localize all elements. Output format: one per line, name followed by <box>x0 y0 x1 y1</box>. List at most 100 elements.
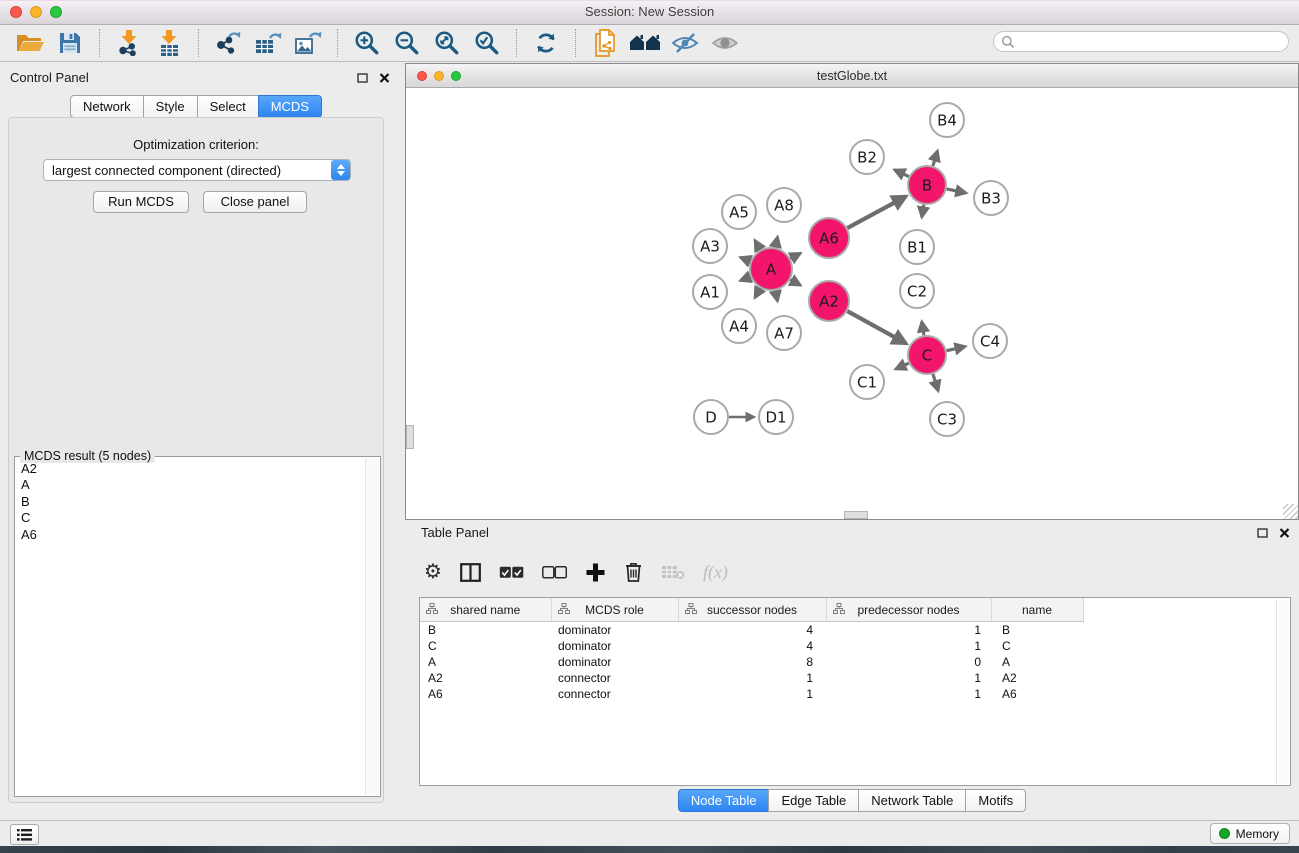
table-cell[interactable]: A6 <box>420 686 551 702</box>
graph-edge-B-B3[interactable] <box>947 189 966 193</box>
table-cell[interactable]: dominator <box>551 638 678 654</box>
panel-grip-left[interactable] <box>406 425 414 449</box>
column-header-name[interactable]: name <box>991 598 1083 622</box>
mcds-result-item[interactable]: A2 <box>18 461 363 477</box>
mcds-result-item[interactable]: C <box>18 510 363 526</box>
tab-edge-table[interactable]: Edge Table <box>768 789 859 812</box>
run-mcds-button[interactable]: Run MCDS <box>93 191 189 213</box>
table-cell[interactable]: A2 <box>420 670 551 686</box>
mcds-result-item[interactable]: B <box>18 494 363 510</box>
graph-edge-B-B1[interactable] <box>922 205 924 217</box>
graph-edge-C-C4[interactable] <box>947 347 966 351</box>
graph-edge-A-A8[interactable] <box>775 237 777 247</box>
table-cell[interactable]: 1 <box>678 670 826 686</box>
graph-edge-C-C2[interactable] <box>922 322 924 336</box>
table-cell[interactable]: A6 <box>991 686 1083 702</box>
graph-edge-A-A2[interactable] <box>790 280 800 286</box>
graph-edge-A6-B[interactable] <box>847 196 905 228</box>
memory-button[interactable]: Memory <box>1210 823 1290 844</box>
export-image-button[interactable] <box>290 26 326 60</box>
column-header-MCDS-role[interactable]: MCDS role <box>551 598 678 622</box>
table-cell[interactable]: B <box>420 622 551 639</box>
table-row[interactable]: Cdominator41C <box>420 638 1290 654</box>
tab-mcds[interactable]: MCDS <box>258 95 322 118</box>
column-header-successor-nodes[interactable]: successor nodes <box>678 598 826 622</box>
save-session-button[interactable] <box>52 26 88 60</box>
hide-selected-button[interactable] <box>667 26 703 60</box>
table-cell[interactable]: 4 <box>678 638 826 654</box>
table-cell[interactable]: C <box>420 638 551 654</box>
graph-edge-A-A7[interactable] <box>775 291 777 301</box>
graph-edge-C-C1[interactable] <box>896 363 909 369</box>
graph-edge-A2-C[interactable] <box>847 311 906 343</box>
table-cell[interactable]: 8 <box>678 654 826 670</box>
graph-edge-A-A6[interactable] <box>790 253 800 258</box>
refresh-button[interactable] <box>528 26 564 60</box>
table-settings-gear-icon[interactable]: ⚙ <box>424 562 442 582</box>
table-cell[interactable]: 4 <box>678 622 826 639</box>
tab-motifs[interactable]: Motifs <box>965 789 1026 812</box>
add-column-icon[interactable] <box>585 562 606 583</box>
close-panel-icon[interactable] <box>379 73 390 83</box>
zoom-out-button[interactable] <box>389 26 425 60</box>
export-table-button[interactable] <box>250 26 286 60</box>
table-cell[interactable]: 1 <box>826 686 991 702</box>
graph-edge-A-A1[interactable] <box>741 277 751 281</box>
network-window-titlebar[interactable]: testGlobe.txt <box>406 64 1298 88</box>
deselect-all-rows-icon[interactable] <box>542 566 567 579</box>
graph-edge-B-B2[interactable] <box>895 170 909 177</box>
graph-edge-A-A3[interactable] <box>741 258 751 262</box>
zoom-fit-button[interactable] <box>429 26 465 60</box>
close-panel-icon[interactable] <box>1279 528 1290 538</box>
table-cell[interactable]: 0 <box>826 654 991 670</box>
table-cell[interactable]: dominator <box>551 622 678 639</box>
table-scrollbar[interactable] <box>1276 599 1289 784</box>
panel-grip-bottom[interactable] <box>844 511 868 519</box>
float-panel-icon[interactable] <box>357 73 368 83</box>
select-all-rows-icon[interactable] <box>499 566 524 579</box>
table-cell[interactable]: connector <box>551 686 678 702</box>
table-row[interactable]: A2connector11A2 <box>420 670 1290 686</box>
graph-edge-A-A4[interactable] <box>755 288 760 297</box>
table-cell[interactable]: A <box>420 654 551 670</box>
float-panel-icon[interactable] <box>1257 528 1268 538</box>
resize-grip-icon[interactable] <box>1283 504 1298 519</box>
show-hidden-button[interactable] <box>707 26 743 60</box>
table-row[interactable]: Bdominator41B <box>420 622 1290 639</box>
column-header-predecessor-nodes[interactable]: predecessor nodes <box>826 598 991 622</box>
search-field[interactable] <box>993 31 1289 52</box>
table-cell[interactable]: A <box>991 654 1083 670</box>
tab-style[interactable]: Style <box>143 95 198 118</box>
zoom-in-button[interactable] <box>349 26 385 60</box>
clone-network-button[interactable] <box>587 26 623 60</box>
table-cell[interactable]: B <box>991 622 1083 639</box>
import-network-button[interactable] <box>111 26 147 60</box>
tab-node-table[interactable]: Node Table <box>678 789 770 812</box>
table-row[interactable]: Adominator80A <box>420 654 1290 670</box>
close-panel-button[interactable]: Close panel <box>203 191 307 213</box>
table-cell[interactable]: C <box>991 638 1083 654</box>
table-row[interactable]: A6connector11A6 <box>420 686 1290 702</box>
table-cell[interactable]: A2 <box>991 670 1083 686</box>
column-view-icon[interactable] <box>460 563 481 582</box>
network-canvas[interactable]: AA1A2A3A4A5A6A7A8BB1B2B3B4CC1C2C3C4DD1 <box>406 88 1298 519</box>
column-header-shared-name[interactable]: shared name <box>420 598 551 622</box>
import-table-button[interactable] <box>151 26 187 60</box>
mcds-result-item[interactable]: A <box>18 477 363 493</box>
optimization-criterion-select[interactable]: largest connected component (directed) <box>43 159 351 181</box>
graph-edge-A-A5[interactable] <box>755 241 760 250</box>
task-history-button[interactable] <box>10 824 39 845</box>
graph-edge-C-C3[interactable] <box>933 374 938 391</box>
table-cell[interactable]: connector <box>551 670 678 686</box>
zoom-selected-button[interactable] <box>469 26 505 60</box>
open-session-button[interactable] <box>12 26 48 60</box>
search-input[interactable] <box>1015 34 1288 50</box>
table-cell[interactable]: 1 <box>826 638 991 654</box>
mcds-result-item[interactable]: A6 <box>18 527 363 543</box>
tab-network-table[interactable]: Network Table <box>858 789 966 812</box>
table-cell[interactable]: 1 <box>678 686 826 702</box>
export-network-button[interactable] <box>210 26 246 60</box>
table-cell[interactable]: 1 <box>826 622 991 639</box>
show-all-panels-button[interactable] <box>627 26 663 60</box>
mcds-list-scrollbar[interactable] <box>365 458 379 795</box>
